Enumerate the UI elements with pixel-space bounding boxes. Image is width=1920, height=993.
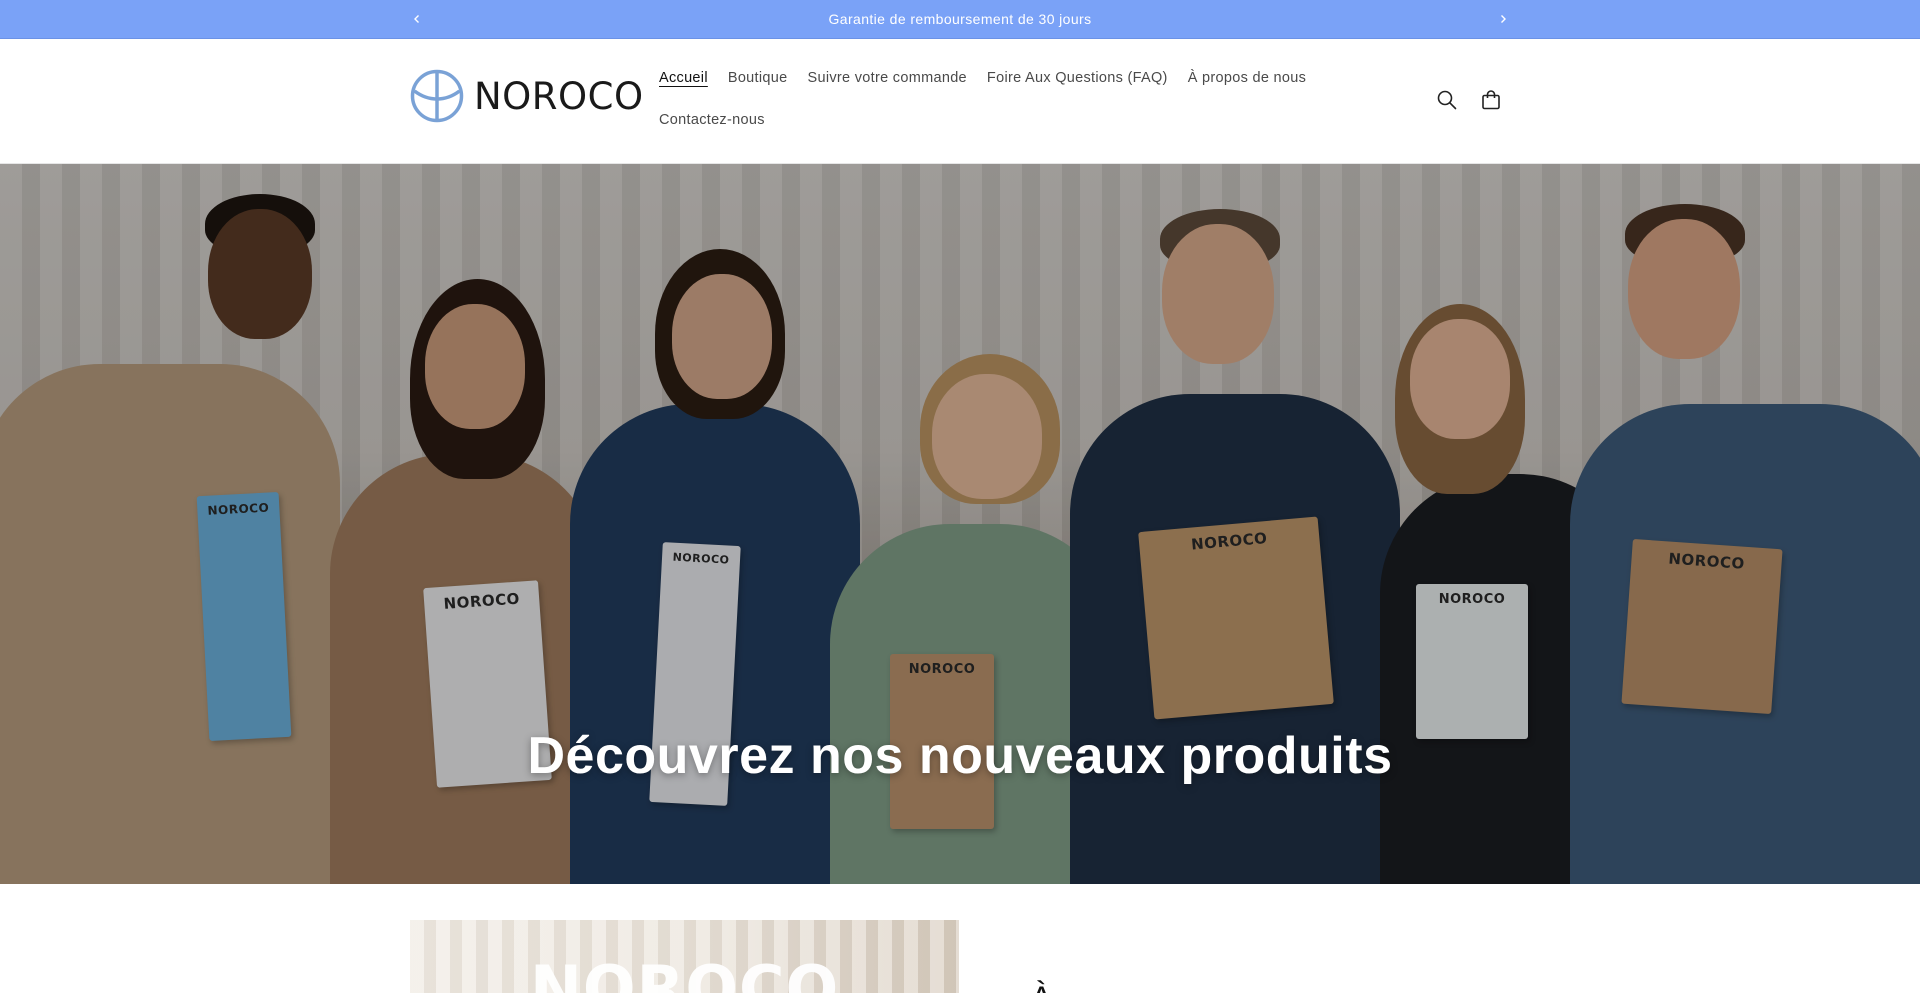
logo-text: NOROCO bbox=[474, 74, 644, 118]
logo-mark-icon bbox=[410, 69, 464, 123]
featured-image: NOROCO bbox=[410, 920, 959, 993]
announcement-bar: Garantie de remboursement de 30 jours bbox=[0, 0, 1920, 39]
nav-item-contact[interactable]: Contactez-nous bbox=[649, 112, 775, 128]
site-header: NOROCO Accueil Boutique Suivre votre com… bbox=[0, 39, 1920, 164]
cart-button[interactable] bbox=[1471, 80, 1511, 120]
nav-item-boutique[interactable]: Boutique bbox=[718, 70, 798, 86]
cart-icon bbox=[1482, 90, 1500, 110]
hero-title: Découvrez nos nouveaux produits bbox=[527, 727, 1393, 785]
nav-item-faq[interactable]: Foire Aux Questions (FAQ) bbox=[977, 70, 1178, 86]
nav-item-a-propos[interactable]: À propos de nous bbox=[1178, 70, 1316, 86]
chevron-right-icon[interactable] bbox=[1493, 9, 1513, 29]
logo[interactable]: NOROCO bbox=[410, 69, 644, 123]
featured-section: NOROCO À bbox=[0, 884, 1920, 993]
search-button[interactable] bbox=[1427, 80, 1467, 120]
nav-item-accueil[interactable]: Accueil bbox=[649, 70, 718, 86]
search-icon bbox=[1437, 90, 1457, 110]
announcement-text: Garantie de remboursement de 30 jours bbox=[828, 11, 1092, 27]
chevron-left-icon[interactable] bbox=[407, 9, 427, 29]
featured-image-brand: NOROCO bbox=[530, 952, 840, 993]
nav-item-suivre-commande[interactable]: Suivre votre commande bbox=[798, 70, 977, 86]
hero-banner[interactable]: NOROCO NOROCO NOROCO NOROCO NOROCO NOROC… bbox=[0, 164, 1920, 884]
main-nav: Accueil Boutique Suivre votre commande F… bbox=[649, 57, 1306, 141]
featured-heading: À bbox=[1030, 980, 1053, 993]
